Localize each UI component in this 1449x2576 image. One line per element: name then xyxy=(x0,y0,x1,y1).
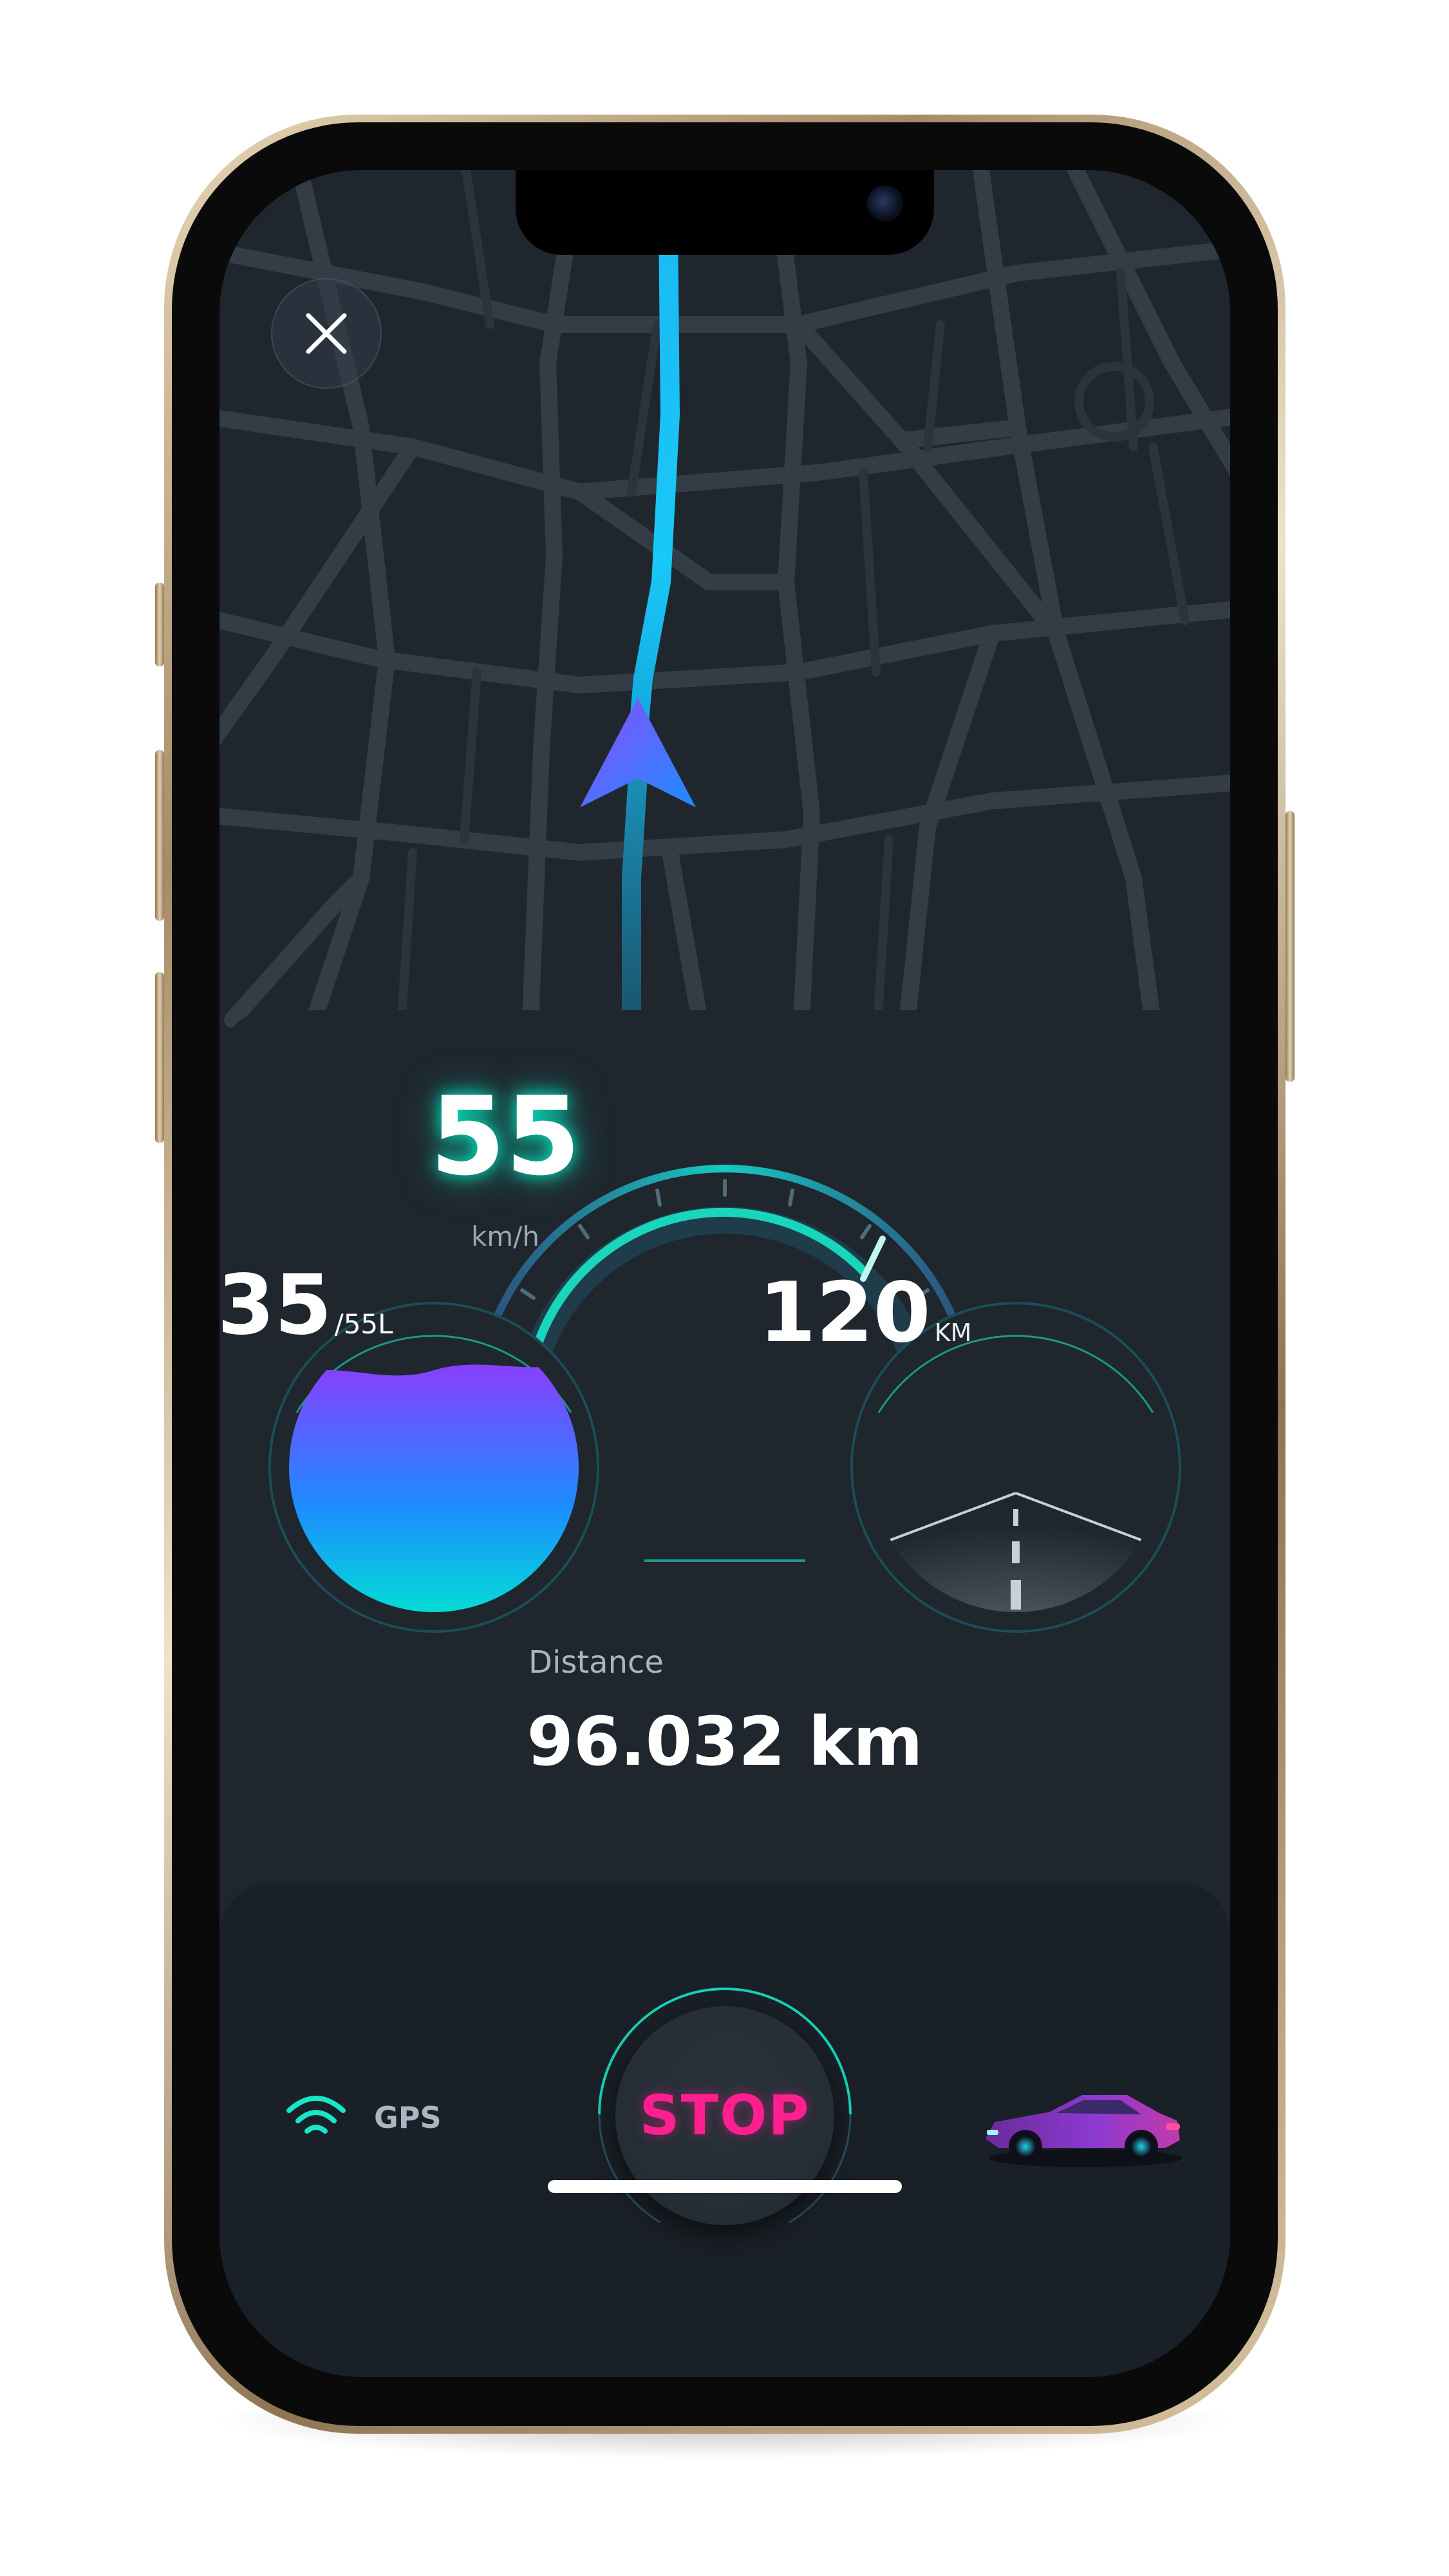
wifi-signal-icon xyxy=(286,2096,346,2134)
range-readout: 120 KM xyxy=(717,1272,1013,1375)
device-mockup: 55 km/h 35 /55L 120 KM Distance 96.032 k… xyxy=(0,0,1449,2576)
distance-value: 96.032 km xyxy=(527,1702,923,1781)
front-camera xyxy=(867,185,903,221)
range-value: 120 xyxy=(758,1265,931,1361)
notch xyxy=(516,170,934,255)
power-button xyxy=(1285,811,1295,1082)
stop-button-label: STOP xyxy=(639,2083,810,2148)
fuel-readout: 35 /55L xyxy=(220,1264,434,1368)
fuel-value: 35 xyxy=(220,1257,332,1353)
speed-value: 55 xyxy=(430,1073,581,1199)
sports-car-icon[interactable] xyxy=(973,2076,1192,2172)
silent-switch xyxy=(155,583,164,666)
close-icon xyxy=(306,313,347,354)
gps-label: GPS xyxy=(374,2100,442,2135)
close-button[interactable] xyxy=(271,278,382,389)
app-screen: 55 km/h 35 /55L 120 KM Distance 96.032 k… xyxy=(220,170,1230,2377)
home-indicator[interactable] xyxy=(548,2180,902,2193)
range-unit: KM xyxy=(934,1319,972,1347)
gps-status: GPS xyxy=(284,2085,442,2150)
volume-down-button xyxy=(155,972,164,1143)
volume-up-button xyxy=(155,750,164,921)
fuel-capacity: /55L xyxy=(334,1308,393,1340)
distance-label: Distance xyxy=(528,1644,664,1680)
speed-unit: km/h xyxy=(471,1221,539,1252)
